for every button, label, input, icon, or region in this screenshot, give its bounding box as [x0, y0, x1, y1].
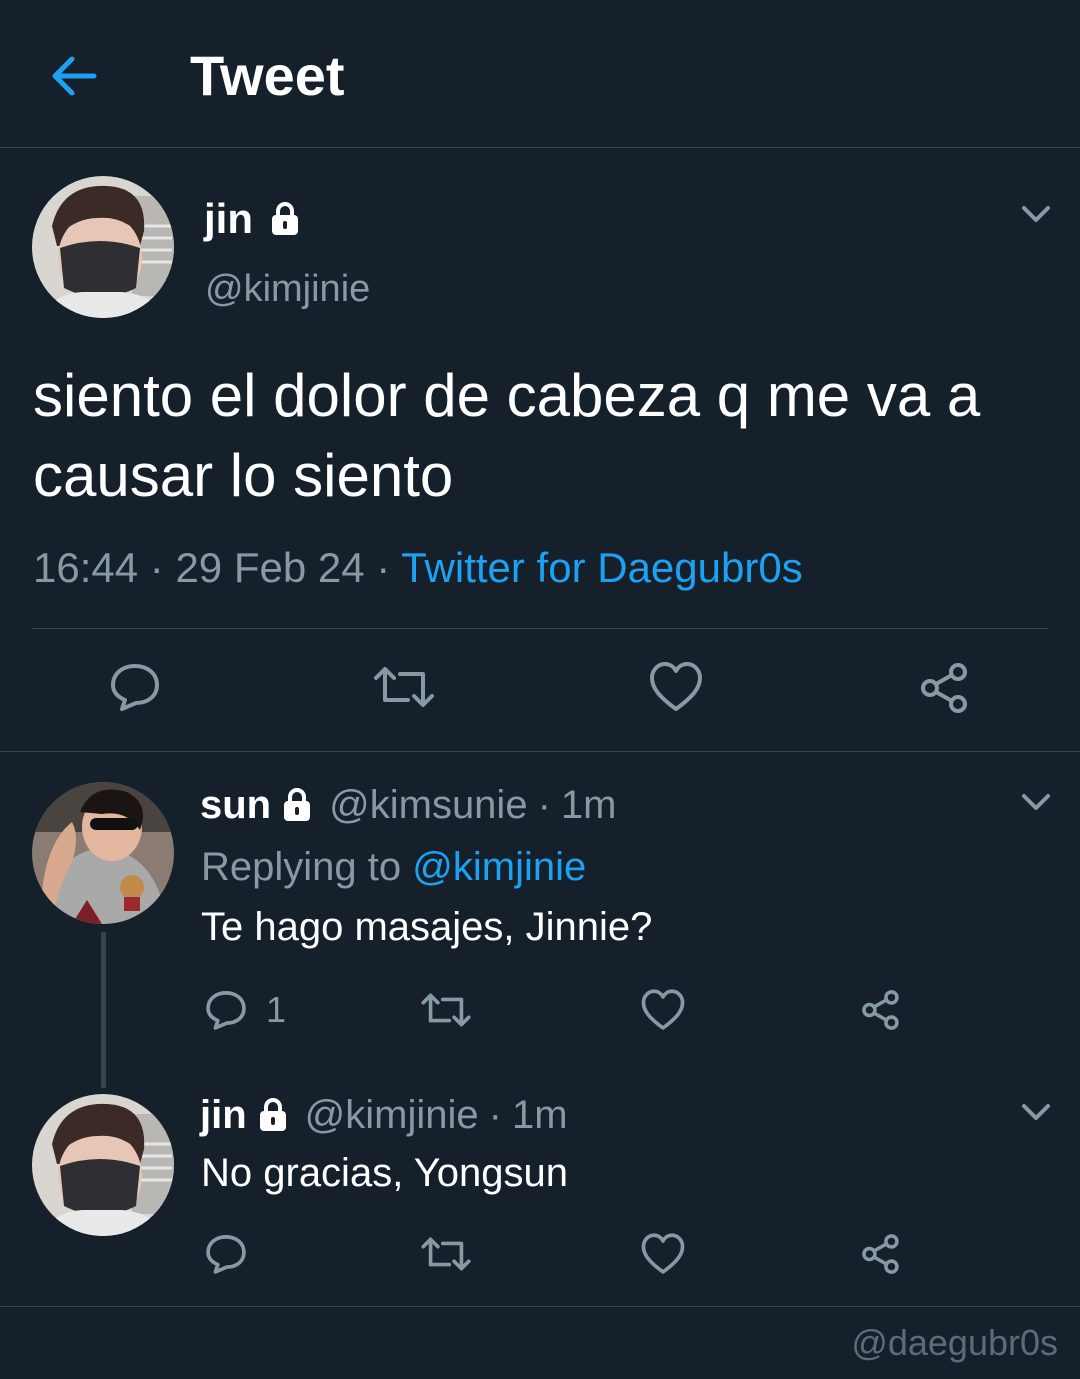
share-button[interactable]: [860, 1232, 904, 1276]
tweet-source[interactable]: Twitter for Daegubr0s: [401, 544, 803, 591]
heart-icon: [641, 989, 685, 1030]
reply-count: 1: [266, 989, 287, 1030]
retweet-button[interactable]: [372, 660, 436, 714]
retweet-icon: [421, 993, 471, 1027]
lock-icon: [255, 1097, 291, 1133]
handle[interactable]: @kimsunie: [329, 780, 527, 830]
share-button[interactable]: [918, 660, 974, 716]
handle[interactable]: @kimjinie: [305, 1090, 479, 1140]
section-divider: [0, 751, 1080, 752]
replying-to-handle[interactable]: @kimjinie: [412, 845, 586, 889]
reply-button[interactable]: [108, 660, 162, 714]
thread-line: [101, 932, 106, 1088]
reply-icon: [206, 1235, 246, 1274]
display-name[interactable]: jin: [204, 194, 253, 244]
like-button[interactable]: [640, 1232, 686, 1276]
reply-button[interactable]: [204, 1232, 248, 1276]
page-title: Tweet: [190, 44, 345, 107]
share-icon: [921, 663, 967, 713]
reply-icon: [111, 664, 159, 711]
display-name[interactable]: sun: [200, 780, 271, 830]
avatar-image: [32, 782, 174, 924]
reply-text: Te hago masajes, Jinnie?: [201, 905, 653, 949]
replying-to-label: Replying to: [201, 845, 402, 889]
like-button[interactable]: [648, 660, 704, 714]
lock-icon: [279, 787, 315, 823]
separator: ·: [376, 544, 391, 591]
reply-text: No gracias, Yongsun: [201, 1151, 568, 1195]
lock-icon: [267, 201, 303, 237]
reply-icon: [206, 991, 246, 1030]
meta-divider: [32, 628, 1048, 629]
tweet-time: 16:44: [33, 544, 139, 591]
back-button[interactable]: [46, 48, 102, 104]
replying-to: Replying to @kimjinie: [201, 842, 586, 892]
separator: ·: [149, 544, 164, 591]
tweet-text: siento el dolor de cabeza q me va a caus…: [33, 356, 1053, 516]
like-button[interactable]: [640, 988, 686, 1032]
reply-header: sun @kimsunie · 1m: [200, 780, 616, 830]
avatar-image: [32, 1094, 174, 1236]
separator: ·: [488, 1093, 502, 1137]
watermark: @daegubr0s: [851, 1322, 1058, 1363]
tweet-text-line: causar lo siento: [33, 442, 454, 509]
chevron-down-icon[interactable]: [1016, 782, 1056, 822]
share-icon: [862, 990, 899, 1030]
retweet-icon: [374, 667, 434, 707]
avatar-image: [32, 176, 174, 318]
display-name[interactable]: jin: [200, 1090, 247, 1140]
heart-icon: [650, 662, 702, 711]
avatar[interactable]: [32, 1094, 174, 1236]
handle[interactable]: @kimjinie: [205, 264, 370, 314]
tweet-text-line: siento el dolor de cabeza q me va a: [33, 362, 981, 429]
chevron-down-icon[interactable]: [1016, 1092, 1056, 1132]
retweet-button[interactable]: [420, 1232, 472, 1276]
tweet-date: 29 Feb 24: [175, 544, 365, 591]
retweet-button[interactable]: [420, 988, 472, 1032]
chevron-down-icon[interactable]: [1016, 194, 1056, 234]
reply-age: 1m: [511, 1093, 568, 1137]
section-divider: [0, 1306, 1080, 1307]
header-divider: [0, 147, 1080, 148]
share-button[interactable]: [860, 988, 904, 1032]
arrow-left-icon: [52, 56, 97, 96]
reply-age: 1m: [560, 783, 617, 827]
heart-icon: [641, 1233, 685, 1274]
reply-header: jin @kimjinie · 1m: [200, 1090, 568, 1140]
avatar[interactable]: [32, 176, 174, 318]
retweet-icon: [421, 1237, 471, 1271]
separator: ·: [537, 783, 551, 827]
share-icon: [862, 1234, 899, 1274]
tweet-meta: 16:44 · 29 Feb 24 · Twitter for Daegubr0…: [33, 540, 803, 596]
reply-button[interactable]: 1: [204, 988, 286, 1032]
avatar[interactable]: [32, 782, 174, 924]
